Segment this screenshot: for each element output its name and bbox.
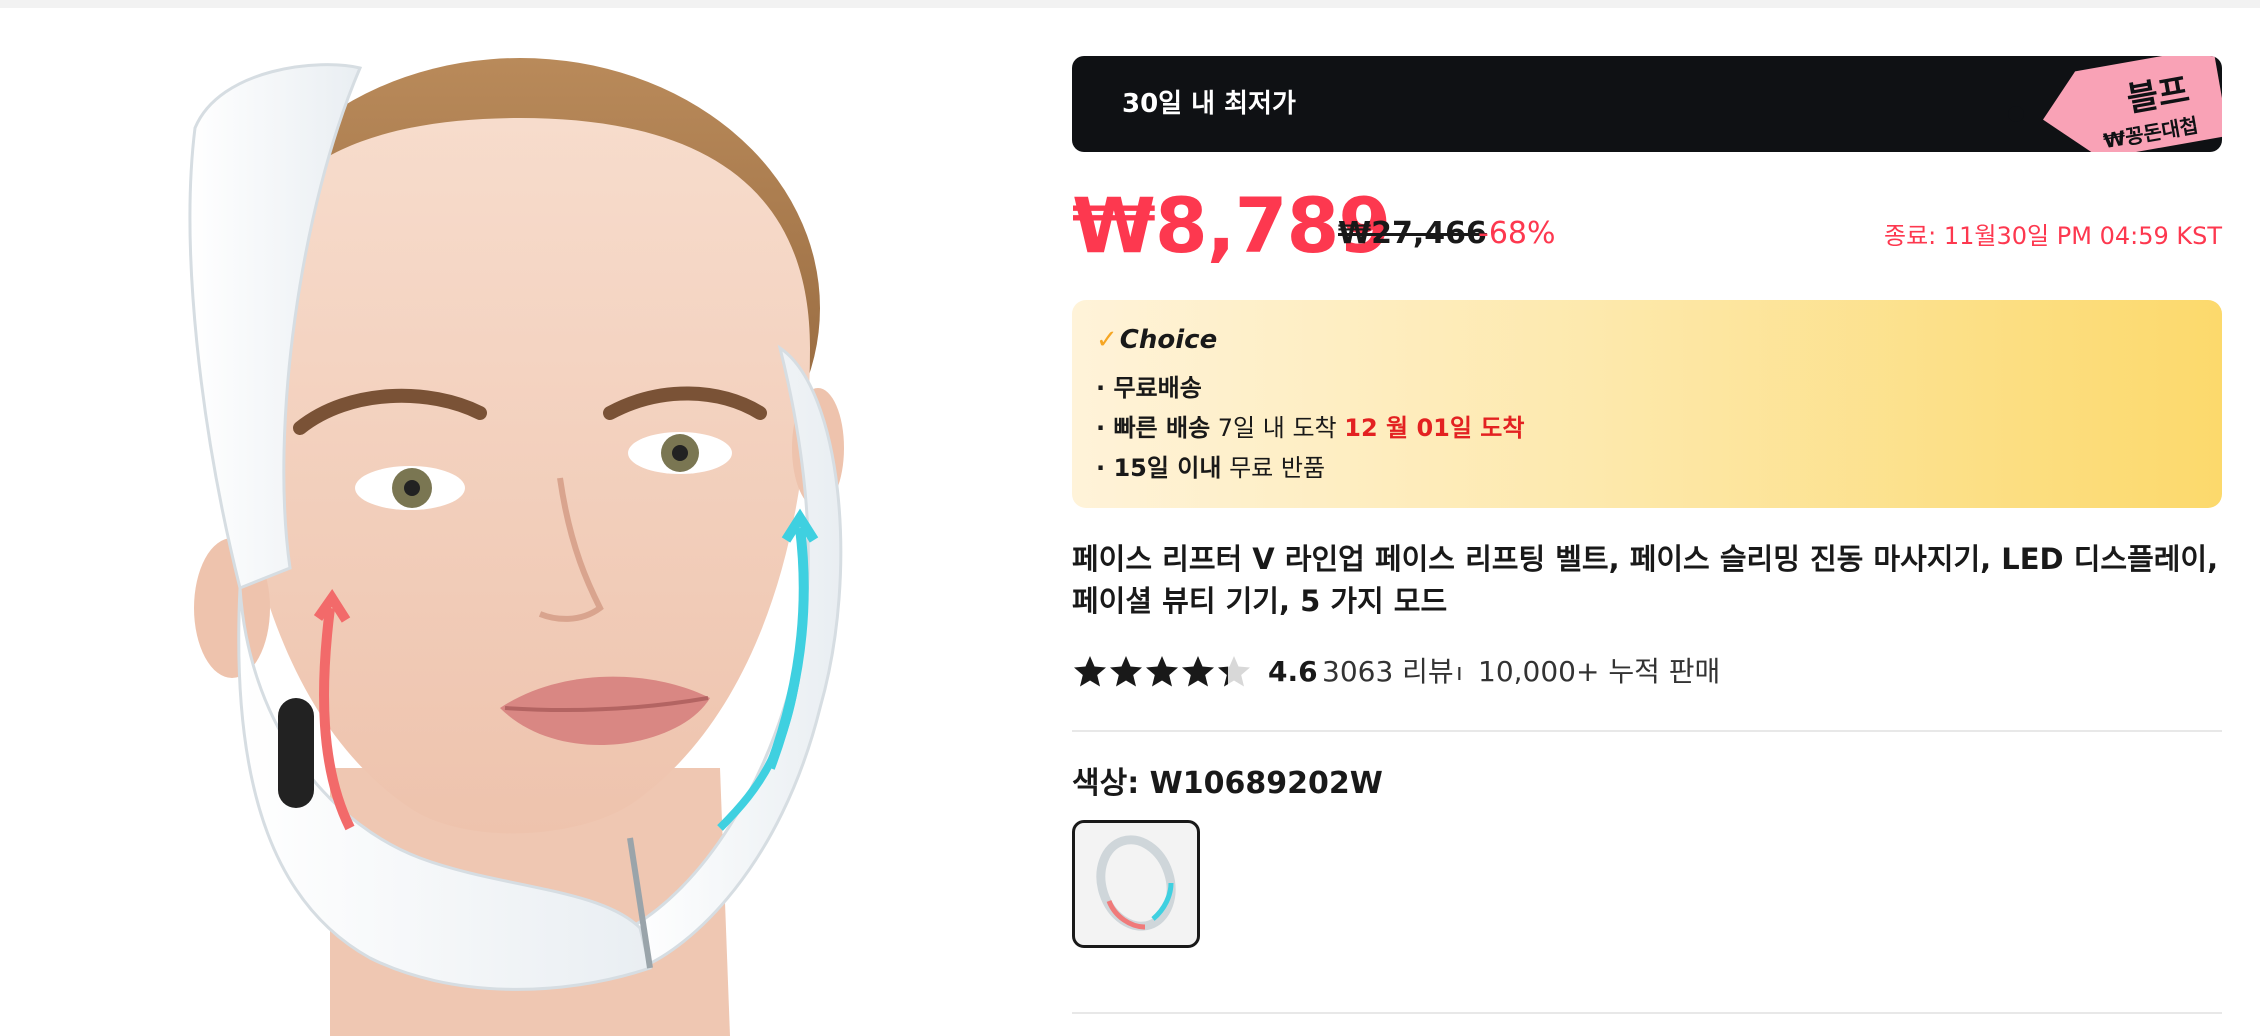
product-photo-illustration [188, 58, 844, 1036]
original-price: ₩27,466 [1338, 216, 1487, 251]
benefit-label: · 무료배송 [1096, 374, 1202, 402]
black-friday-tag-icon: 블프 ₩꽁돈대첩 [2008, 56, 2222, 152]
benefit-label: · 빠른 배송 [1096, 414, 1211, 442]
sold-count: 10,000+ 누적 판매 [1478, 655, 1721, 688]
product-info-panel: 30일 내 최저가 블프 ₩꽁돈대첩 ₩8,789 ₩27,466 -68% 종… [1072, 0, 2222, 1036]
lowest-price-banner: 30일 내 최저가 블프 ₩꽁돈대첩 [1072, 56, 2222, 152]
rating-row[interactable]: 4.6 3063 리뷰 ı 10,000+ 누적 판매 [1072, 650, 2222, 694]
discount-badge: -68% [1478, 216, 1556, 251]
divider [1072, 1012, 2222, 1014]
choice-label: Choice [1119, 325, 1218, 355]
benefit-label: · 15일 이내 [1096, 454, 1222, 482]
color-variant-label: 색상: W10689202W [1072, 766, 1383, 801]
sale-end-time: 종료: 11월30일 PM 04:59 KST [1884, 222, 2222, 250]
star-rating-icon [1074, 656, 1250, 687]
product-image[interactable] [0, 8, 1040, 1036]
review-count-link[interactable]: 3063 리뷰 [1322, 650, 1454, 694]
benefit-fast-delivery: · 빠른 배송 7일 내 도착 12 월 01일 도착 [1096, 410, 1524, 446]
benefit-free-return: · 15일 이내 무료 반품 [1096, 450, 1325, 486]
color-swatch-selected[interactable] [1072, 820, 1200, 948]
device-thumbnail-icon [1096, 835, 1176, 931]
benefit-detail: 7일 내 도착 [1210, 414, 1345, 442]
choice-header: ✓Choice [1096, 322, 1217, 358]
benefit-detail: 무료 반품 [1221, 454, 1326, 482]
benefit-free-shipping: · 무료배송 [1096, 370, 1202, 406]
rating-value: 4.6 [1268, 655, 1318, 688]
checkmark-icon: ✓ [1096, 325, 1118, 355]
separator: ı [1456, 658, 1463, 686]
price-row: ₩8,789 ₩27,466 -68% 종료: 11월30일 PM 04:59 … [1072, 176, 2222, 276]
choice-benefits-box[interactable]: ✓Choice · 무료배송 · 빠른 배송 7일 내 도착 12 월 01일 … [1072, 300, 2222, 508]
banner-text: 30일 내 최저가 [1122, 89, 1296, 119]
product-title: 페이스 리프터 V 라인업 페이스 리프팅 벨트, 페이스 슬리밍 진동 마사지… [1072, 542, 2219, 618]
divider [1072, 730, 2222, 732]
delivery-date: 12 월 01일 도착 [1344, 414, 1525, 442]
